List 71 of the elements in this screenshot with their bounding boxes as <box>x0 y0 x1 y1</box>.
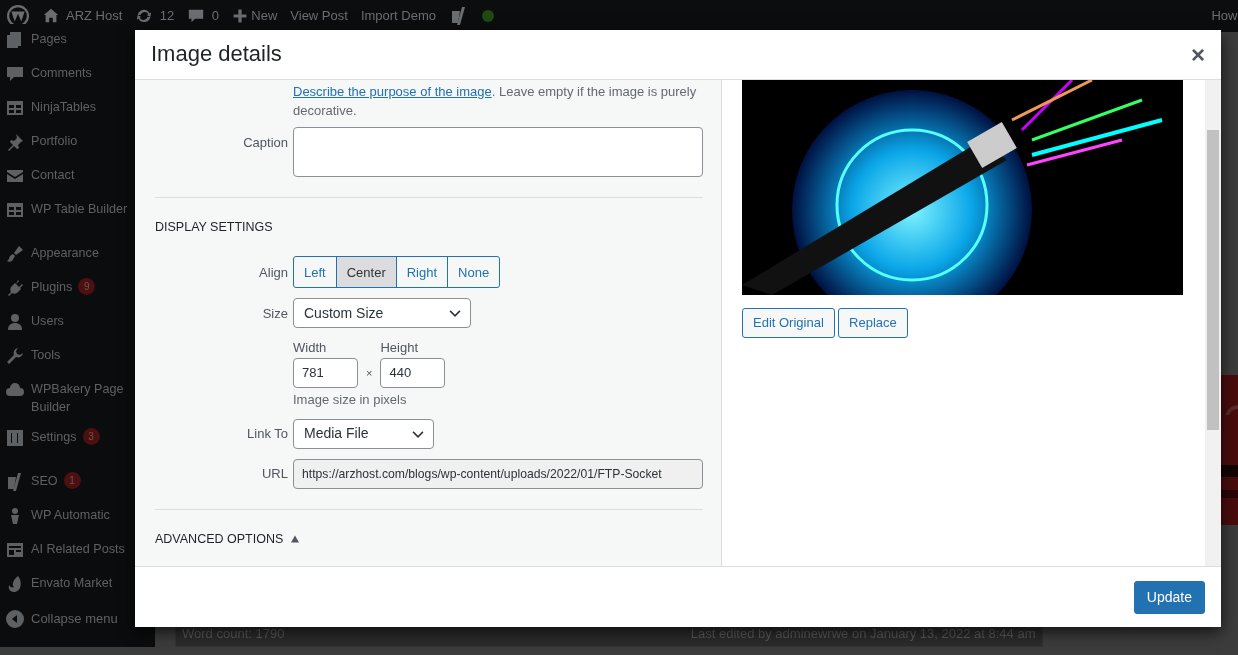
caption-field[interactable] <box>293 126 703 177</box>
scrollbar-thumb[interactable] <box>1207 130 1219 430</box>
scrollbar[interactable] <box>1205 80 1221 566</box>
times-sign: × <box>365 366 374 382</box>
help-link[interactable]: Describe the purpose of the image <box>293 84 492 99</box>
width-field[interactable]: 781 <box>293 357 358 388</box>
menu-label[interactable]: Contact <box>31 166 75 184</box>
height-field[interactable]: 440 <box>380 357 446 388</box>
wrench-icon <box>5 346 25 366</box>
menu-label[interactable]: AI Related Posts <box>31 540 125 558</box>
plus-icon <box>232 8 249 24</box>
image-action-button[interactable]: Replace <box>838 308 908 338</box>
size-hint: Image size in pixels <box>293 390 408 409</box>
menu-label[interactable]: WP Automatic <box>31 506 110 524</box>
home-icon <box>41 7 60 25</box>
url-field[interactable]: https://arzhost.com/blogs/wp-content/uploads/2022/01/FTP-Socket <box>293 458 703 489</box>
menu-label[interactable]: Tools <box>31 346 61 364</box>
menu-label[interactable]: SEO <box>31 472 58 490</box>
toolbar-link[interactable]: View Post <box>290 6 348 26</box>
align-option[interactable]: Left <box>293 256 337 289</box>
account-greeting[interactable]: How <box>1211 6 1238 26</box>
user-icon <box>5 312 25 332</box>
toolbar-link[interactable]: Import Demo <box>360 6 437 26</box>
brush-icon <box>5 244 25 264</box>
status-dot <box>482 10 495 22</box>
size-label: Size <box>261 304 288 323</box>
height-label: Height <box>380 339 419 358</box>
menu-label[interactable]: Settings <box>31 428 77 446</box>
table-icon <box>5 98 25 118</box>
dialog-title: Image details <box>151 41 282 68</box>
menu-label[interactable]: Plugins <box>31 278 73 296</box>
comment-icon <box>5 64 25 84</box>
update-count[interactable]: 12 <box>159 6 175 26</box>
image-action-button[interactable]: Edit Original <box>742 308 835 338</box>
list-icon <box>5 540 25 560</box>
advanced-options-toggle[interactable]: ADVANCED OPTIONS <box>155 529 284 549</box>
site-name[interactable]: ARZ Host <box>66 6 123 26</box>
updates-icon <box>135 7 154 25</box>
menu-label[interactable]: WP Table Builder <box>31 200 128 218</box>
menu-label[interactable]: NinjaTables <box>31 98 97 116</box>
count-badge: 1 <box>63 472 81 489</box>
collapse-icon <box>5 609 25 629</box>
menu-label[interactable]: Envato Market <box>31 574 113 592</box>
menu-label[interactable]: Pages <box>31 30 67 48</box>
count-badge: 9 <box>78 278 96 295</box>
caption-label: Caption <box>242 133 288 152</box>
collapse-menu-link[interactable]: Collapse menu <box>31 610 118 628</box>
sliders-icon <box>5 428 25 448</box>
close-button[interactable]: × <box>1191 42 1205 67</box>
align-option[interactable]: Center <box>335 256 397 289</box>
size-select[interactable]: Custom Size <box>293 298 471 329</box>
menu-label[interactable]: Comments <box>31 64 92 82</box>
link-to-label: Link To <box>246 425 288 443</box>
width-label: Width <box>293 339 328 358</box>
caret-icon <box>289 534 300 545</box>
count-badge: 3 <box>82 428 100 445</box>
section-heading: DISPLAY SETTINGS <box>155 218 274 236</box>
align-label: Align <box>258 263 288 282</box>
link-to-select[interactable]: Media File <box>293 418 434 449</box>
align-option[interactable]: None <box>447 256 501 289</box>
table-icon <box>5 200 25 220</box>
update-button[interactable]: Update <box>1133 580 1205 614</box>
menu-label[interactable]: Appearance <box>31 244 99 262</box>
new-link[interactable]: New <box>251 6 278 26</box>
wordpress-logo-icon <box>6 5 29 27</box>
comment-count[interactable]: 0 <box>211 6 220 26</box>
url-label: URL <box>261 465 288 483</box>
align-option[interactable]: Right <box>395 256 449 289</box>
menu-label[interactable]: Users <box>31 312 64 330</box>
help-text: Describe the purpose of the image. Leave empty if the image is purely decorative. <box>293 83 698 120</box>
menu-label[interactable]: Portfolio <box>31 132 78 150</box>
